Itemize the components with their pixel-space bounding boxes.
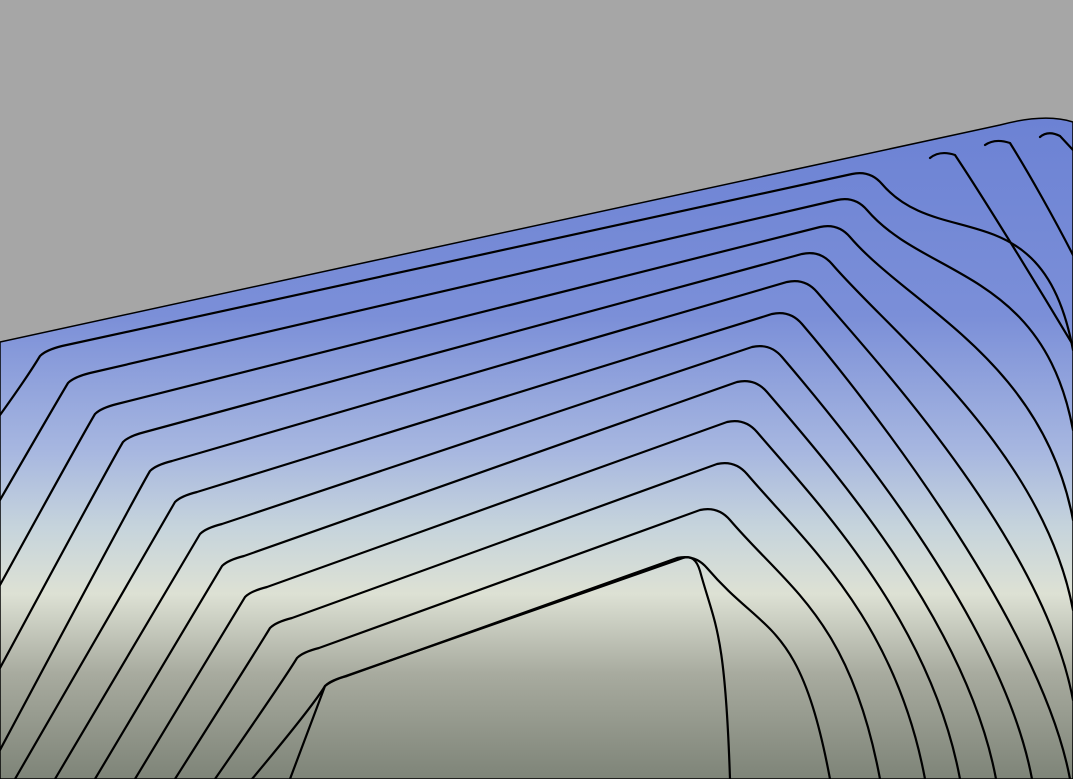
3d-viewport[interactable] bbox=[0, 0, 1073, 779]
surface-render[interactable] bbox=[0, 0, 1073, 779]
